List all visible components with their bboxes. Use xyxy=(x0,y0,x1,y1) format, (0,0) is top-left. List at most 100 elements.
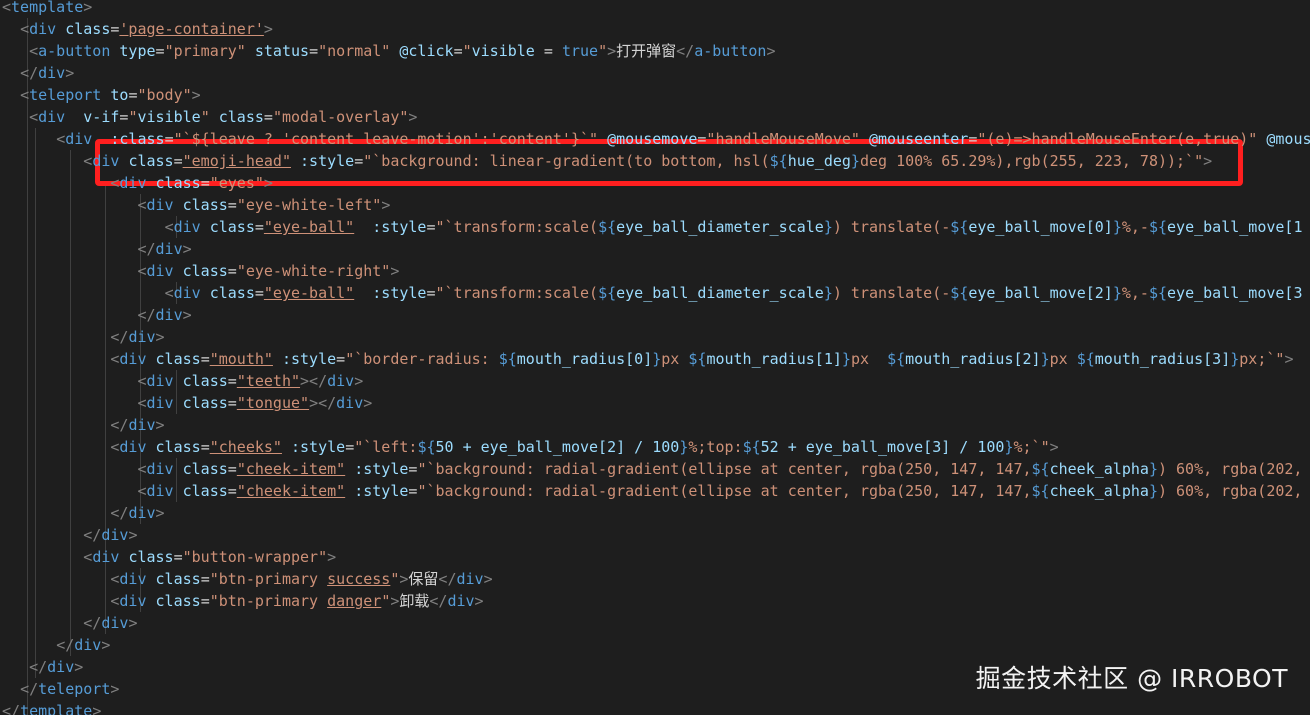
code-token: < xyxy=(137,196,147,214)
code-token: = xyxy=(426,218,436,236)
code-token: > xyxy=(191,86,201,104)
code-token: to xyxy=(110,86,129,104)
code-line: </div> xyxy=(2,62,74,84)
code-token: = xyxy=(164,130,174,148)
code-token: = xyxy=(227,196,237,214)
code-token: div xyxy=(146,460,174,478)
code-token: div xyxy=(65,130,93,148)
code-token: = xyxy=(254,284,264,302)
code-token: </ xyxy=(137,306,156,324)
code-token: </ xyxy=(56,636,75,654)
code-token: ) 60%, rgba(202, xyxy=(1157,460,1303,478)
code-token: > xyxy=(363,394,373,412)
code-token: div xyxy=(119,438,147,456)
code-token: } xyxy=(841,350,851,368)
code-token: cheek_alpha xyxy=(1049,460,1149,478)
code-token: :style xyxy=(281,350,337,368)
watermark: 掘金技术社区 @ IRROBOT xyxy=(975,664,1288,693)
code-token: ${ xyxy=(1076,350,1095,368)
code-token: } xyxy=(823,218,833,236)
code-token: success xyxy=(327,570,391,588)
code-token: @mousemove xyxy=(607,130,698,148)
code-token: class xyxy=(155,592,201,610)
code-token: div xyxy=(173,284,201,302)
code-line: <div class='page-container'> xyxy=(2,18,273,40)
code-token: = xyxy=(200,438,210,456)
code-token: < xyxy=(164,284,174,302)
code-token: a-button xyxy=(694,42,767,60)
code-token: class xyxy=(155,570,201,588)
code-token: </ xyxy=(110,416,129,434)
code-token: < xyxy=(83,548,93,566)
code-token: < xyxy=(164,218,174,236)
code-token: </ xyxy=(676,42,695,60)
code-token: > xyxy=(1203,152,1213,170)
code-token: </ xyxy=(83,614,102,632)
code-token: div xyxy=(119,174,147,192)
code-line: </template> xyxy=(2,700,101,715)
code-token: "eye-white-right" xyxy=(236,262,391,280)
code-token: > xyxy=(155,504,165,522)
code-token: class xyxy=(155,174,201,192)
code-token: = xyxy=(227,372,237,390)
code-token: class xyxy=(155,350,201,368)
code-token: ${ xyxy=(887,350,906,368)
code-token: = xyxy=(336,350,346,368)
code-token: } xyxy=(652,350,662,368)
code-token: teleport xyxy=(29,86,102,104)
code-token: :style xyxy=(372,284,427,302)
code-token: :style xyxy=(300,152,355,170)
code-token: ></ xyxy=(300,372,328,390)
code-token: "`background: radial-gradient(ellipse at… xyxy=(417,482,1032,500)
code-token: </ xyxy=(110,504,129,522)
code-token: > xyxy=(110,680,120,698)
code-token: > xyxy=(1049,438,1059,456)
code-token: = xyxy=(345,438,355,456)
code-token: "eye-ball" xyxy=(263,284,355,302)
code-token: eye_ball_move[0] xyxy=(968,218,1113,236)
code-token: visible xyxy=(471,42,535,60)
code-token: class xyxy=(128,548,174,566)
code-token: 卸载 xyxy=(399,592,430,610)
code-token: < xyxy=(56,130,66,148)
code-token: " xyxy=(200,108,210,126)
code-token: "button-wrapper" xyxy=(182,548,328,566)
code-token: div xyxy=(38,64,66,82)
code-token: </ xyxy=(438,570,457,588)
code-token: > xyxy=(766,42,776,60)
code-token: class xyxy=(182,196,228,214)
code-token: = xyxy=(254,218,264,236)
code-token: > xyxy=(263,20,273,38)
code-token: div xyxy=(92,152,120,170)
code-token: } xyxy=(823,284,833,302)
code-token: div xyxy=(29,20,57,38)
code-token: "`background: radial-gradient(ellipse at… xyxy=(417,460,1032,478)
code-token: "cheek-item" xyxy=(236,482,346,500)
code-token: :style xyxy=(291,438,346,456)
code-token: ${ xyxy=(688,350,707,368)
code-token: a-button xyxy=(38,42,111,60)
code-editor[interactable]: <template> <div class='page-container'> … xyxy=(0,0,1310,715)
code-token: div xyxy=(155,306,183,324)
code-token: = xyxy=(200,174,210,192)
code-line: <div class="teeth"></div> xyxy=(2,370,363,392)
code-token: > xyxy=(128,526,138,544)
code-line: <template> xyxy=(2,0,92,18)
